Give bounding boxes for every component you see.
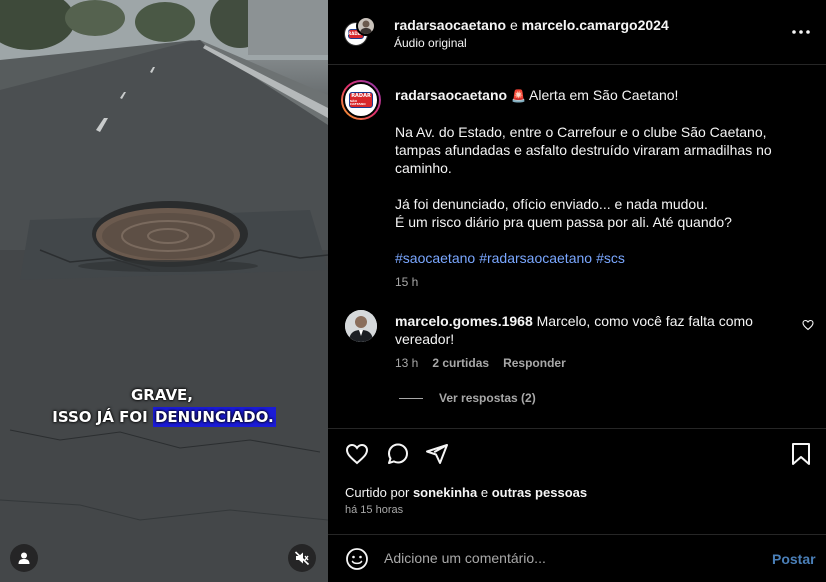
hashtag-link[interactable]: #radarsaocaetano xyxy=(479,250,592,266)
radar-logo-icon: RADAR SÃO CAETANO xyxy=(348,92,374,108)
comment-like-heart-icon[interactable] xyxy=(802,319,814,331)
emoji-smiley-icon[interactable] xyxy=(345,547,369,571)
person-icon xyxy=(18,552,30,564)
caption-first-line: radarsaocaetano 🚨 Alerta em São Caetano! xyxy=(395,86,795,105)
actions-divider xyxy=(328,428,826,429)
street-scene-image xyxy=(0,0,328,582)
person-photo-icon xyxy=(345,310,377,342)
caption-timestamp[interactable]: 15 h xyxy=(395,273,795,291)
view-replies-button[interactable]: Ver respostas (2) xyxy=(399,391,536,405)
coauthor-avatar[interactable] xyxy=(356,16,376,36)
logo-text-2: SÃO CAETANO xyxy=(349,98,366,106)
comment-bubble-icon[interactable] xyxy=(385,442,411,466)
caption-avatar-inner: RADAR SÃO CAETANO xyxy=(343,82,379,118)
post-comment-button[interactable]: Postar xyxy=(772,551,816,567)
view-replies-label: Ver respostas (2) xyxy=(439,391,536,405)
caption-paragraph-1: Na Av. do Estado, entre o Carrefour e o … xyxy=(395,124,772,176)
author-username[interactable]: radarsaocaetano xyxy=(394,17,506,33)
save-bookmark-icon[interactable] xyxy=(790,442,812,466)
caption-paragraph-2-line-1: Já foi denunciado, ofício enviado... e n… xyxy=(395,196,708,212)
mute-button[interactable] xyxy=(288,544,316,572)
post-details-panel: RADAR radarsaocaetano e marcelo.camargo2… xyxy=(328,0,826,582)
liked-by-summary: Curtido por sonekinha e outras pessoas xyxy=(345,485,587,500)
hashtag-link[interactable]: #saocaetano xyxy=(395,250,475,266)
video-caption-prefix: ISSO JÁ FOI xyxy=(52,408,153,426)
liked-by-prefix: Curtido por xyxy=(345,485,410,500)
caption-headline: Alerta em São Caetano! xyxy=(529,87,679,103)
comment-meta: 13 h 2 curtidas Responder xyxy=(395,356,566,370)
post-caption: radarsaocaetano 🚨 Alerta em São Caetano!… xyxy=(395,86,795,291)
siren-icon: 🚨 xyxy=(510,89,526,103)
liked-by-joiner: e xyxy=(480,485,489,500)
authors-joiner: e xyxy=(509,17,518,33)
replies-line xyxy=(399,397,423,399)
liked-by-others[interactable]: outras pessoas xyxy=(492,485,587,500)
header-divider xyxy=(328,64,826,65)
add-comment-bar: Postar xyxy=(328,536,826,582)
video-caption-highlight: DENUNCIADO. xyxy=(152,407,276,427)
reply-button[interactable]: Responder xyxy=(503,356,566,370)
reel-video[interactable]: GRAVE, ISSO JÁ FOI DENUNCIADO. xyxy=(0,0,328,582)
commenter-avatar[interactable] xyxy=(345,310,377,342)
caption-paragraph-2-line-2: É um risco diário pra quem passa por ali… xyxy=(395,214,732,230)
caption-username[interactable]: radarsaocaetano xyxy=(395,87,507,103)
share-paper-plane-icon[interactable] xyxy=(425,442,449,466)
hashtag-link[interactable]: #scs xyxy=(596,250,625,266)
video-caption-line-1: GRAVE, xyxy=(130,386,193,404)
like-heart-icon[interactable] xyxy=(344,442,370,466)
more-options-icon[interactable] xyxy=(790,22,812,42)
footer-divider xyxy=(328,534,826,535)
speaker-muted-icon xyxy=(294,551,310,566)
audio-label[interactable]: Áudio original xyxy=(394,36,467,50)
liked-by-user[interactable]: sonekinha xyxy=(413,485,477,500)
comment-item: marcelo.gomes.1968 Marcelo, como você fa… xyxy=(395,312,785,348)
person-photo-icon xyxy=(360,20,372,34)
video-caption-line-2: ISSO JÁ FOI DENUNCIADO. xyxy=(0,407,328,427)
caption-hashtags: #saocaetano #radarsaocaetano #scs xyxy=(395,249,795,267)
caption-author-avatar[interactable]: RADAR SÃO CAETANO xyxy=(341,80,381,120)
coauthor-username[interactable]: marcelo.camargo2024 xyxy=(522,17,669,33)
comment-likes[interactable]: 2 curtidas xyxy=(432,356,489,370)
post-authors: radarsaocaetano e marcelo.camargo2024 xyxy=(394,17,669,33)
tagged-people-button[interactable] xyxy=(10,544,38,572)
post-time-ago[interactable]: há 15 horas xyxy=(345,504,403,516)
comment-username[interactable]: marcelo.gomes.1968 xyxy=(395,313,533,329)
comment-time[interactable]: 13 h xyxy=(395,356,418,370)
comment-input[interactable] xyxy=(384,548,754,568)
